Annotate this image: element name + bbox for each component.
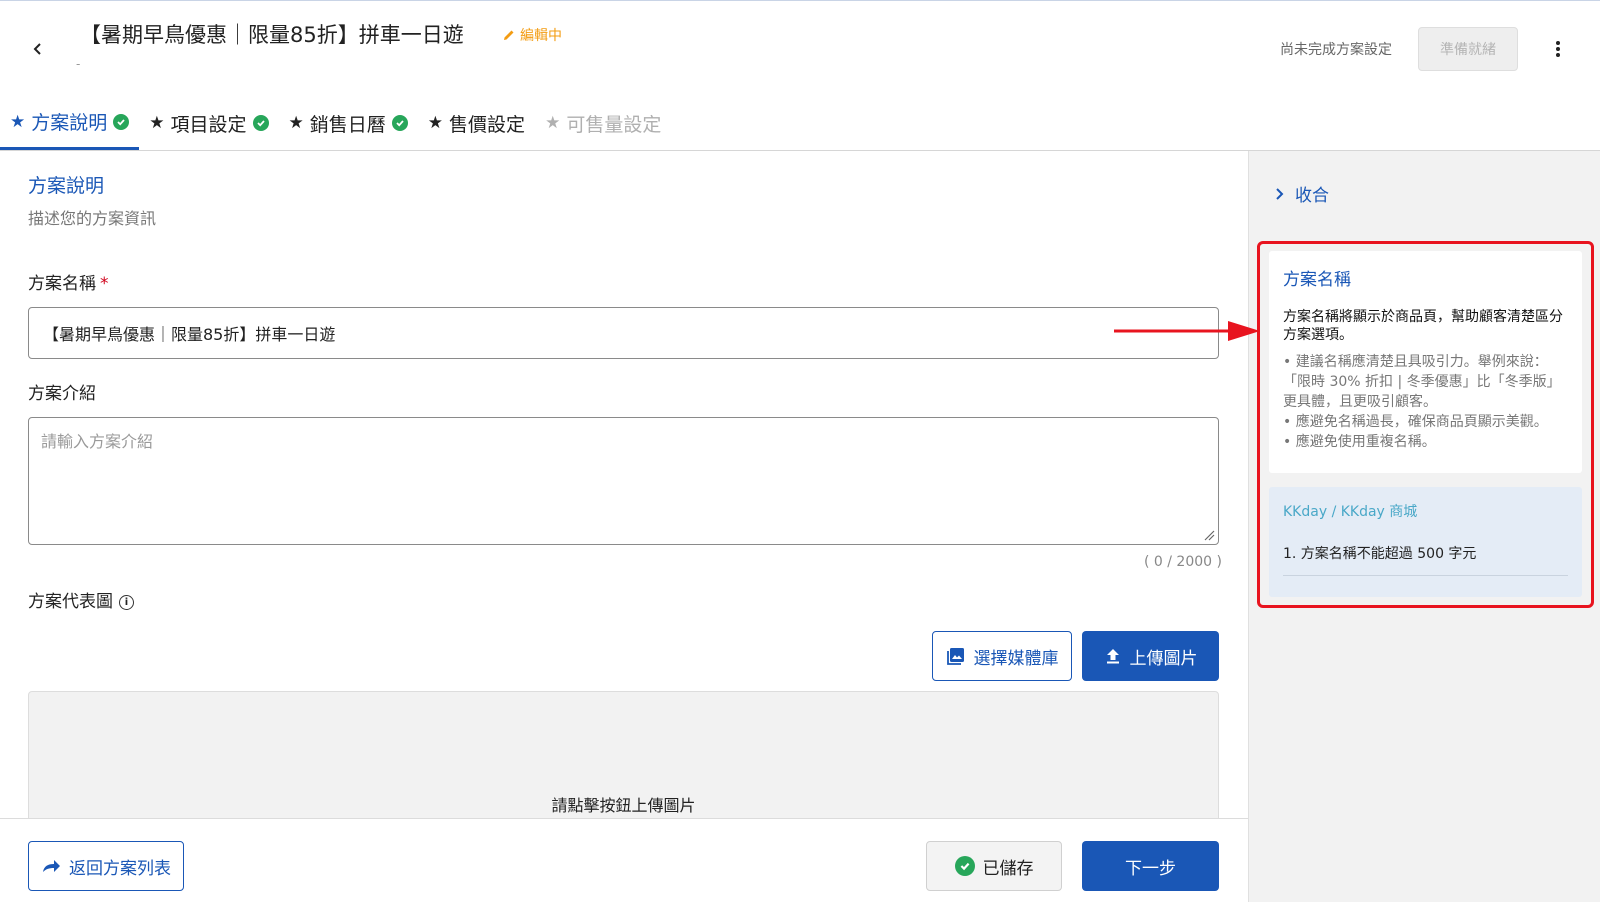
plan-intro-textarea[interactable] — [28, 417, 1219, 545]
plan-intro-label: 方案介紹 — [28, 384, 96, 404]
action-footer: 返回方案列表 已儲存 下一步 — [0, 818, 1248, 902]
editing-status: 編輯中 — [502, 25, 562, 45]
help-lead-text: 方案名稱將顯示於商品頁，幫助顧客清楚區分方案選項。 — [1283, 309, 1563, 343]
required-mark: * — [100, 274, 109, 294]
check-circle-icon — [391, 115, 408, 131]
back-button[interactable] — [26, 37, 50, 61]
page-header: 【暑期早鳥優惠｜限量85折】拼車一日遊 編輯中 - 尚未完成方案設定 準備就緒 — [0, 0, 1600, 96]
section-subtitle: 描述您的方案資訊 — [28, 209, 157, 228]
tab-label: 可售量設定 — [566, 113, 662, 136]
tab-label: 銷售日曆 — [309, 113, 386, 136]
star-icon: ★ — [10, 111, 26, 132]
check-circle-icon — [954, 856, 975, 876]
plan-name-help-card: 方案名稱 方案名稱將顯示於商品頁，幫助顧客清楚區分方案選項。 • 建議名稱應清楚… — [1269, 251, 1582, 473]
chevron-right-icon — [1276, 187, 1284, 200]
help-bullet: • 建議名稱應清楚且具吸引力。舉例來說：「限時 30% 折扣 | 冬季優惠」比「… — [1283, 354, 1561, 410]
star-icon: ★ — [149, 113, 165, 133]
plan-name-input[interactable] — [28, 307, 1219, 359]
pencil-icon — [504, 30, 514, 40]
help-side-panel: 收合 方案名稱 方案名稱將顯示於商品頁，幫助顧客清楚區分方案選項。 • 建議名稱… — [1248, 151, 1600, 902]
plan-image-label-text: 方案代表圖 — [28, 592, 113, 612]
plan-image-label: 方案代表圖 i — [28, 587, 134, 612]
upload-image-button[interactable]: 上傳圖片 — [1082, 631, 1219, 681]
choose-media-library-button[interactable]: 選擇媒體庫 — [932, 631, 1072, 681]
resize-handle-icon[interactable] — [1203, 529, 1215, 541]
collapse-label: 收合 — [1295, 186, 1329, 206]
media-button-label: 選擇媒體庫 — [973, 648, 1059, 669]
tab-label: 項目設定 — [170, 113, 247, 136]
platform-rules-card: KKday / KKday 商城 1. 方案名稱不能超過 500 字元 — [1269, 487, 1582, 597]
tab-inventory-settings[interactable]: ★ 可售量設定 — [535, 96, 671, 150]
main-content: 方案說明 描述您的方案資訊 方案名稱* 方案介紹 ( 0 / 2000 ) 方案… — [0, 151, 1248, 818]
plan-name-label: 方案名稱 * — [28, 269, 109, 294]
share-arrow-icon — [43, 860, 60, 872]
platform-rules-title: KKday / KKday 商城 — [1283, 504, 1418, 520]
tab-price-settings[interactable]: ★ 售價設定 — [418, 96, 535, 150]
image-library-icon — [946, 648, 964, 665]
collapse-panel-button[interactable]: 收合 — [1275, 181, 1329, 206]
tab-label: 方案說明 — [31, 112, 108, 134]
plan-name-label-text: 方案名稱 — [28, 274, 96, 294]
chevron-left-icon — [33, 43, 41, 55]
tab-label: 售價設定 — [449, 113, 526, 136]
intro-char-counter: ( 0 / 2000 ) — [1144, 554, 1222, 570]
saved-button-label: 已儲存 — [982, 858, 1034, 879]
setup-status-text: 尚未完成方案設定 — [1280, 42, 1392, 58]
help-bullet: • 應避免使用重複名稱。 — [1283, 434, 1436, 450]
info-icon[interactable]: i — [119, 594, 134, 610]
step-tabs: ★ 方案說明 ★ 項目設定 ★ 銷售日曆 ★ 售價設定 ★ 可售量設定 — [0, 96, 1600, 151]
editing-label: 編輯中 — [520, 28, 562, 44]
back-button-label: 返回方案列表 — [69, 858, 171, 879]
star-icon: ★ — [427, 113, 444, 133]
section-title: 方案說明 — [28, 175, 105, 197]
more-menu-button[interactable] — [1546, 37, 1570, 61]
annotation-arrow-icon — [1114, 321, 1260, 341]
back-to-plan-list-button[interactable]: 返回方案列表 — [28, 841, 184, 891]
tab-plan-description[interactable]: ★ 方案說明 — [0, 96, 140, 150]
ready-button[interactable]: 準備就緒 — [1418, 27, 1518, 71]
saved-status-button[interactable]: 已儲存 — [926, 841, 1062, 891]
tab-sales-calendar[interactable]: ★ 銷售日曆 — [279, 96, 418, 150]
image-upload-dropzone[interactable]: 請點擊按鈕上傳圖片 — [28, 691, 1219, 818]
more-vertical-icon — [1556, 41, 1560, 57]
help-title: 方案名稱 — [1283, 270, 1351, 290]
check-circle-icon — [113, 113, 130, 130]
next-step-button[interactable]: 下一步 — [1082, 841, 1219, 891]
platform-rule-item: 1. 方案名稱不能超過 500 字元 — [1283, 543, 1568, 576]
check-circle-icon — [252, 115, 269, 131]
help-bullet: • 應避免名稱過長，確保商品頁顯示美觀。 — [1283, 414, 1548, 430]
star-icon: ★ — [288, 113, 304, 133]
star-icon: ★ — [545, 113, 561, 133]
title-subtext: - — [76, 57, 81, 71]
page-title: 【暑期早鳥優惠｜限量85折】拼車一日遊 — [80, 23, 464, 47]
upload-hint-text: 請點擊按鈕上傳圖片 — [551, 796, 696, 815]
tab-item-settings[interactable]: ★ 項目設定 — [139, 96, 278, 150]
upload-icon — [1106, 649, 1119, 664]
upload-button-label: 上傳圖片 — [1129, 648, 1198, 669]
